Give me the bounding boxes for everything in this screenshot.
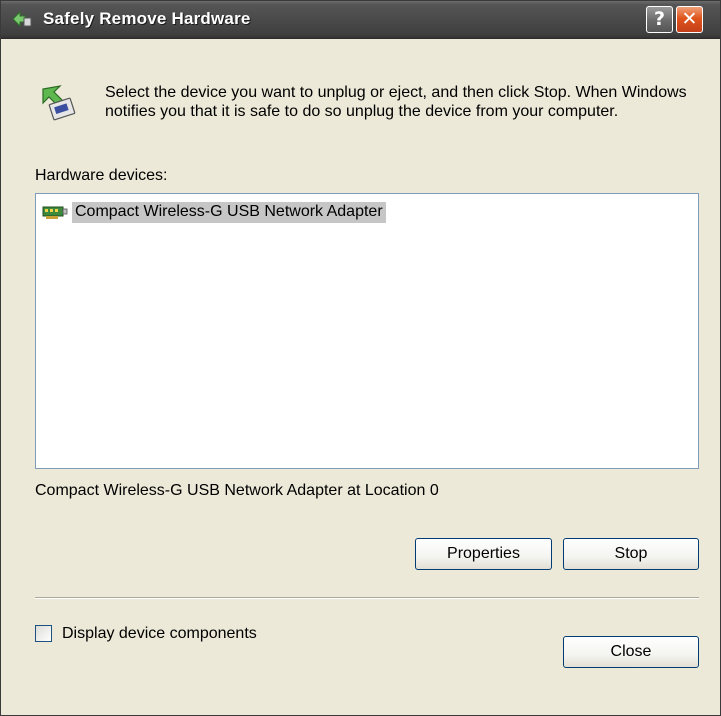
hardware-devices-label: Hardware devices: (35, 167, 168, 184)
safely-remove-hardware-dialog: Safely Remove Hardware ? ✕ Select the de… (0, 0, 721, 716)
hardware-devices-list[interactable]: Compact Wireless-G USB Network Adapter (35, 193, 699, 469)
network-adapter-icon (42, 206, 68, 219)
device-location-text: Compact Wireless-G USB Network Adapter a… (35, 482, 439, 499)
help-button[interactable]: ? (646, 6, 673, 33)
close-button[interactable]: Close (563, 636, 699, 668)
list-item[interactable]: Compact Wireless-G USB Network Adapter (42, 201, 386, 223)
divider (35, 597, 699, 599)
safely-remove-hardware-icon (12, 10, 32, 28)
display-device-components-label[interactable]: Display device components (62, 625, 257, 643)
title-bar[interactable]: Safely Remove Hardware ? ✕ (1, 1, 720, 39)
device-label: Compact Wireless-G USB Network Adapter (72, 201, 386, 223)
stop-button[interactable]: Stop (563, 538, 699, 570)
window-close-button[interactable]: ✕ (676, 6, 703, 33)
window-title: Safely Remove Hardware (43, 9, 251, 28)
display-device-components-checkbox[interactable] (35, 625, 52, 642)
instructions-text: Select the device you want to unplug or … (105, 84, 687, 120)
unplug-eject-hardware-icon (42, 85, 76, 121)
properties-button[interactable]: Properties (415, 538, 552, 570)
